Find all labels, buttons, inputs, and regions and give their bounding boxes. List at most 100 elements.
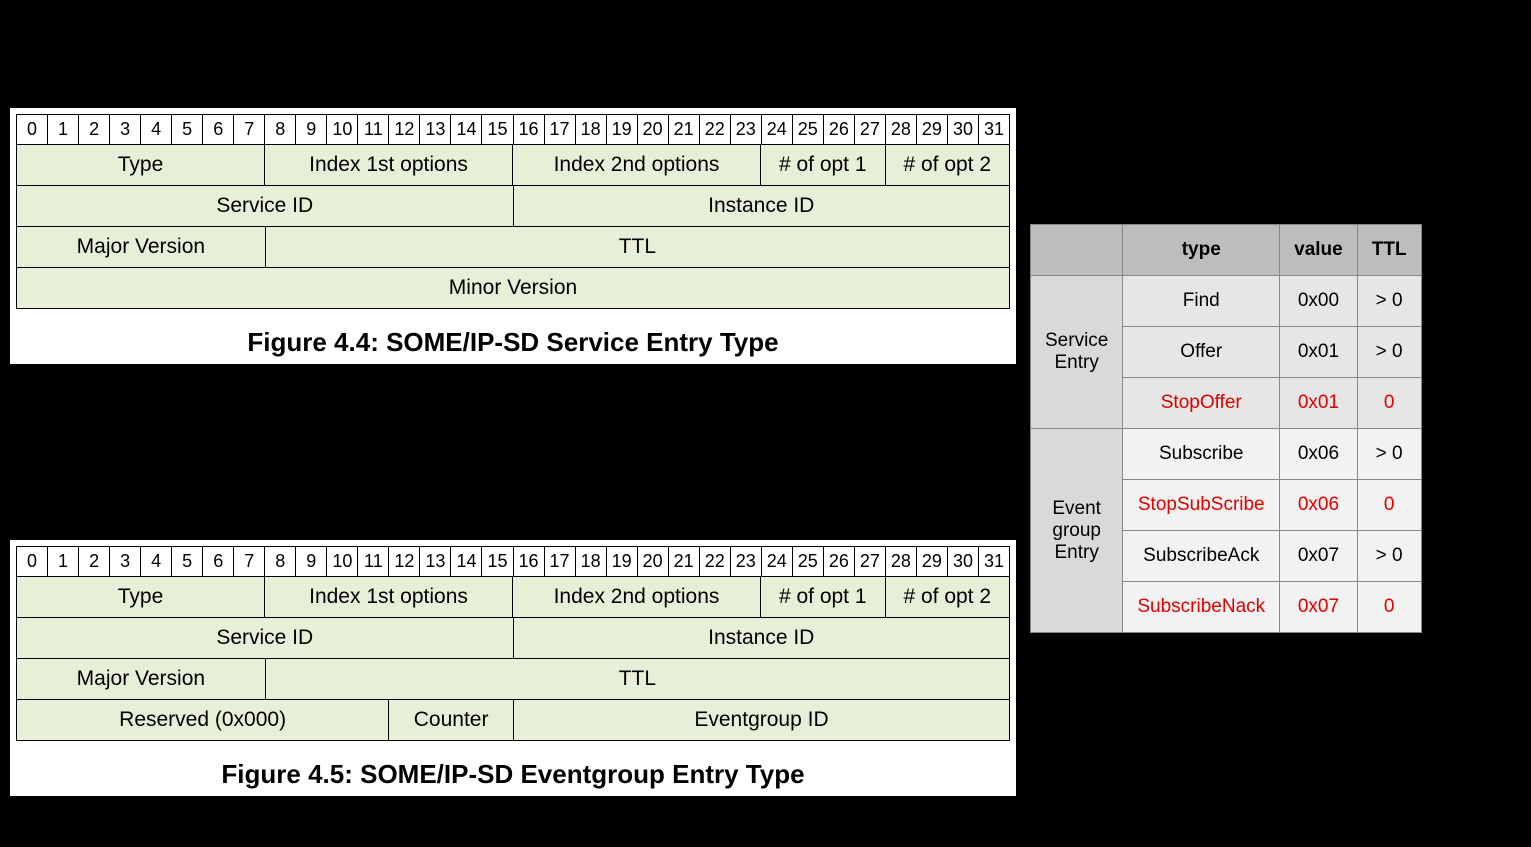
cell-ttl: > 0 bbox=[1357, 327, 1421, 378]
bit-number-cell: 1 bbox=[48, 115, 79, 145]
types-header-ttl: TTL bbox=[1357, 225, 1421, 276]
field-minor-version: Minor Version bbox=[17, 268, 1010, 309]
bit-number-cell: 0 bbox=[17, 115, 48, 145]
cell-type: StopOffer bbox=[1123, 378, 1280, 429]
bit-number-cell: 30 bbox=[948, 547, 979, 577]
fig44-row4: Minor Version bbox=[16, 268, 1010, 309]
bit-number-cell: 13 bbox=[420, 115, 451, 145]
fig44-caption: Figure 4.4: SOME/IP-SD Service Entry Typ… bbox=[16, 327, 1010, 358]
bit-number-cell: 27 bbox=[855, 115, 886, 145]
bit-number-cell: 10 bbox=[327, 547, 358, 577]
bit-number-cell: 21 bbox=[669, 547, 700, 577]
bit-number-cell: 26 bbox=[824, 115, 855, 145]
bit-number-cell: 31 bbox=[979, 547, 1010, 577]
cell-type: Find bbox=[1123, 276, 1280, 327]
bit-number-cell: 4 bbox=[141, 115, 172, 145]
bit-number-cell: 20 bbox=[638, 115, 669, 145]
field-eventgroup-id: Eventgroup ID bbox=[514, 700, 1010, 741]
bit-number-cell: 8 bbox=[265, 547, 296, 577]
field-index-1st-options: Index 1st options bbox=[265, 145, 513, 186]
bit-number-cell: 17 bbox=[545, 547, 576, 577]
cell-value: 0x01 bbox=[1280, 378, 1358, 429]
bit-number-cell: 25 bbox=[793, 547, 824, 577]
fig45-row3: Major Version TTL bbox=[16, 659, 1010, 700]
bit-number-cell: 15 bbox=[482, 115, 513, 145]
bit-number-cell: 23 bbox=[731, 547, 762, 577]
bit-number-cell: 14 bbox=[451, 115, 482, 145]
field-num-opt-1: # of opt 1 bbox=[761, 145, 886, 186]
group-label-cell: Service Entry bbox=[1031, 276, 1123, 429]
bit-number-cell: 24 bbox=[762, 547, 793, 577]
bit-number-cell: 23 bbox=[731, 115, 762, 145]
bit-number-cell: 22 bbox=[700, 115, 731, 145]
bit-number-cell: 6 bbox=[203, 547, 234, 577]
cell-ttl: 0 bbox=[1357, 480, 1421, 531]
table-row: Service EntryFind0x00> 0 bbox=[1031, 276, 1422, 327]
fig45-row1: Type Index 1st options Index 2nd options… bbox=[16, 577, 1010, 618]
bit-number-cell: 13 bbox=[420, 547, 451, 577]
cell-value: 0x01 bbox=[1280, 327, 1358, 378]
bit-number-cell: 21 bbox=[669, 115, 700, 145]
bit-number-cell: 7 bbox=[234, 547, 265, 577]
bit-number-cell: 18 bbox=[576, 547, 607, 577]
field-index-1st-options: Index 1st options bbox=[265, 577, 513, 618]
group-label-cell: Event group Entry bbox=[1031, 429, 1123, 633]
bit-number-cell: 20 bbox=[638, 547, 669, 577]
field-num-opt-2: # of opt 2 bbox=[886, 145, 1011, 186]
field-index-2nd-options: Index 2nd options bbox=[513, 145, 761, 186]
bit-header-row-fig44: 0123456789101112131415161718192021222324… bbox=[16, 114, 1010, 145]
cell-value: 0x06 bbox=[1280, 480, 1358, 531]
bit-number-cell: 16 bbox=[514, 115, 545, 145]
types-header-type: type bbox=[1123, 225, 1280, 276]
cell-type: Offer bbox=[1123, 327, 1280, 378]
bit-number-cell: 6 bbox=[203, 115, 234, 145]
cell-ttl: > 0 bbox=[1357, 429, 1421, 480]
bit-number-cell: 0 bbox=[17, 547, 48, 577]
fig44-row2: Service ID Instance ID bbox=[16, 186, 1010, 227]
field-instance-id: Instance ID bbox=[514, 618, 1011, 659]
bit-number-cell: 25 bbox=[793, 115, 824, 145]
eventgroup-entry-diagram: 0123456789101112131415161718192021222324… bbox=[10, 540, 1016, 796]
cell-type: Subscribe bbox=[1123, 429, 1280, 480]
bit-number-cell: 2 bbox=[79, 547, 110, 577]
bit-number-cell: 31 bbox=[979, 115, 1010, 145]
fig45-caption: Figure 4.5: SOME/IP-SD Eventgroup Entry … bbox=[16, 759, 1010, 790]
field-type: Type bbox=[17, 145, 265, 186]
field-ttl: TTL bbox=[266, 227, 1010, 268]
bit-number-cell: 18 bbox=[576, 115, 607, 145]
bit-number-cell: 3 bbox=[110, 547, 141, 577]
bit-number-cell: 19 bbox=[607, 547, 638, 577]
cell-value: 0x06 bbox=[1280, 429, 1358, 480]
table-row: Event group EntrySubscribe0x06> 0 bbox=[1031, 429, 1422, 480]
bit-number-cell: 3 bbox=[110, 115, 141, 145]
bit-number-cell: 17 bbox=[545, 115, 576, 145]
bit-number-cell: 22 bbox=[700, 547, 731, 577]
service-entry-diagram: 0123456789101112131415161718192021222324… bbox=[10, 108, 1016, 364]
cell-value: 0x07 bbox=[1280, 582, 1358, 633]
bit-number-cell: 19 bbox=[607, 115, 638, 145]
field-num-opt-2: # of opt 2 bbox=[886, 577, 1011, 618]
bit-number-cell: 16 bbox=[514, 547, 545, 577]
cell-ttl: > 0 bbox=[1357, 276, 1421, 327]
cell-ttl: 0 bbox=[1357, 582, 1421, 633]
fig44-row3: Major Version TTL bbox=[16, 227, 1010, 268]
bit-number-cell: 9 bbox=[296, 547, 327, 577]
bit-number-cell: 11 bbox=[358, 115, 389, 145]
bit-number-cell: 9 bbox=[296, 115, 327, 145]
field-ttl: TTL bbox=[266, 659, 1010, 700]
bit-header-row-fig45: 0123456789101112131415161718192021222324… bbox=[16, 546, 1010, 577]
types-header-value: value bbox=[1280, 225, 1358, 276]
bit-number-cell: 14 bbox=[451, 547, 482, 577]
bit-number-cell: 30 bbox=[948, 115, 979, 145]
cell-type: SubscribeNack bbox=[1123, 582, 1280, 633]
types-header-blank bbox=[1031, 225, 1123, 276]
field-type: Type bbox=[17, 577, 265, 618]
bit-number-cell: 10 bbox=[327, 115, 358, 145]
field-instance-id: Instance ID bbox=[514, 186, 1011, 227]
bit-number-cell: 24 bbox=[762, 115, 793, 145]
field-counter: Counter bbox=[389, 700, 514, 741]
cell-ttl: 0 bbox=[1357, 378, 1421, 429]
types-table-header-row: type value TTL bbox=[1031, 225, 1422, 276]
entry-types-table: type value TTL Service EntryFind0x00> 0O… bbox=[1030, 224, 1422, 633]
bit-number-cell: 12 bbox=[389, 547, 420, 577]
